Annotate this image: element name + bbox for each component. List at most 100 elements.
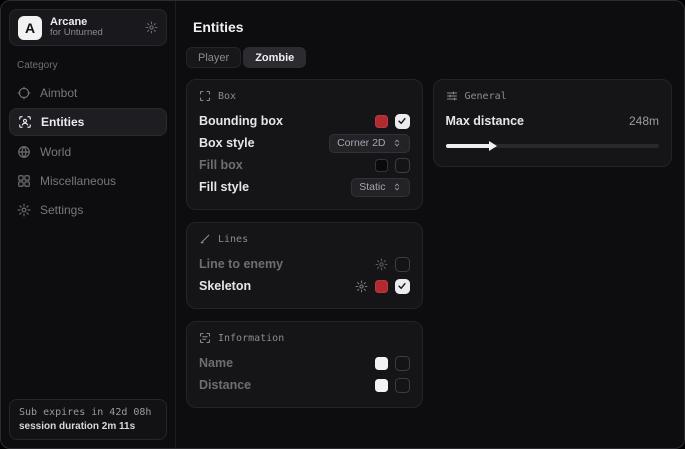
setting-row-fill-box: Fill box: [199, 154, 410, 176]
row-label: Max distance: [446, 114, 525, 128]
row-controls: [375, 158, 410, 173]
checkbox[interactable]: [395, 279, 410, 294]
color-swatch[interactable]: [375, 115, 388, 128]
right-column: General Max distance 248m: [433, 79, 673, 167]
sidebar-item-label: World: [40, 145, 71, 159]
gear-icon[interactable]: [145, 21, 158, 34]
row-label: Line to enemy: [199, 257, 283, 271]
checkbox[interactable]: [395, 378, 410, 393]
row-controls: [375, 356, 410, 371]
card-information: Information Name Distance: [186, 321, 423, 408]
sidebar-nav: Aimbot Entities World Miscellaneous: [9, 79, 167, 223]
tab-player[interactable]: Player: [186, 47, 241, 68]
scan-text-icon: [199, 332, 211, 344]
chevrons-up-down-icon: [392, 182, 402, 192]
setting-row-max-distance: Max distance 248m: [446, 110, 660, 132]
row-controls: [375, 257, 410, 272]
setting-row-name: Name: [199, 352, 410, 374]
sidebar-item-label: Entities: [41, 115, 84, 129]
card-box: Box Bounding box Box style: [186, 79, 423, 210]
checkbox[interactable]: [395, 158, 410, 173]
row-label: Fill box: [199, 158, 243, 172]
sidebar-item-miscellaneous[interactable]: Miscellaneous: [9, 167, 167, 194]
sidebar-item-aimbot[interactable]: Aimbot: [9, 79, 167, 106]
card-title: Box: [218, 91, 236, 102]
card-lines: Lines Line to enemy Skeleton: [186, 222, 423, 309]
crosshair-icon: [17, 86, 31, 100]
app-logo: A: [18, 16, 42, 40]
slider-fill: [446, 144, 493, 148]
max-distance-slider[interactable]: [446, 141, 660, 151]
color-swatch[interactable]: [375, 379, 388, 392]
layout-grid-icon: [17, 174, 31, 188]
left-column: Box Bounding box Box style: [186, 79, 423, 408]
card-title: Information: [218, 333, 284, 344]
tab-group: Player Zombie: [186, 47, 672, 68]
row-label: Fill style: [199, 180, 249, 194]
row-controls: [375, 114, 410, 129]
card-general: General Max distance 248m: [433, 79, 673, 167]
slider-thumb[interactable]: [489, 141, 497, 151]
scan-icon: [199, 90, 211, 102]
sidebar-item-label: Miscellaneous: [40, 174, 116, 188]
card-box-header: Box: [199, 90, 410, 102]
setting-row-box-style: Box style Corner 2D: [199, 132, 410, 154]
fill-style-dropdown[interactable]: Static: [351, 178, 409, 197]
checkbox[interactable]: [395, 114, 410, 129]
row-label: Box style: [199, 136, 255, 150]
main-panel: Entities Player Zombie Box Bounding box: [176, 1, 684, 448]
diagonal-line-icon: [199, 233, 211, 245]
setting-row-distance: Distance: [199, 374, 410, 396]
tab-zombie[interactable]: Zombie: [243, 47, 306, 68]
subscription-card: Sub expires in 42d 08h session duration …: [9, 399, 167, 440]
setting-row-fill-style: Fill style Static: [199, 176, 410, 198]
sidebar-item-settings[interactable]: Settings: [9, 196, 167, 223]
row-label: Name: [199, 356, 233, 370]
color-swatch[interactable]: [375, 357, 388, 370]
brand-card: A Arcane for Unturned: [9, 9, 167, 46]
brand-text: Arcane for Unturned: [50, 16, 137, 40]
gear-icon: [17, 203, 31, 217]
app-window: A Arcane for Unturned Category Aimbot: [0, 0, 685, 449]
session-duration-text: session duration 2m 11s: [19, 420, 157, 434]
user-scan-icon: [18, 115, 32, 129]
sidebar-item-label: Aimbot: [40, 86, 77, 100]
box-style-dropdown[interactable]: Corner 2D: [329, 134, 409, 153]
card-lines-header: Lines: [199, 233, 410, 245]
row-label: Bounding box: [199, 114, 283, 128]
sliders-icon: [446, 90, 458, 102]
checkbox[interactable]: [395, 257, 410, 272]
row-controls: [355, 279, 410, 294]
sub-expiry-text: Sub expires in 42d 08h: [19, 406, 157, 420]
check-icon: [397, 281, 407, 291]
sidebar-spacer: [9, 223, 167, 399]
check-icon: [397, 116, 407, 126]
gear-icon[interactable]: [375, 258, 388, 271]
setting-row-skeleton: Skeleton: [199, 275, 410, 297]
row-controls: [375, 378, 410, 393]
card-general-header: General: [446, 90, 660, 102]
sidebar-item-entities[interactable]: Entities: [9, 108, 167, 136]
chevrons-up-down-icon: [392, 138, 402, 148]
card-title: General: [465, 91, 507, 102]
card-information-header: Information: [199, 332, 410, 344]
card-title: Lines: [218, 234, 248, 245]
app-subtitle: for Unturned: [50, 28, 137, 39]
color-swatch[interactable]: [375, 280, 388, 293]
slider-value: 248m: [629, 114, 659, 128]
sidebar: A Arcane for Unturned Category Aimbot: [1, 1, 176, 448]
dropdown-value: Corner 2D: [337, 137, 385, 149]
globe-icon: [17, 145, 31, 159]
color-swatch[interactable]: [375, 159, 388, 172]
checkbox[interactable]: [395, 356, 410, 371]
content-columns: Box Bounding box Box style: [186, 79, 672, 408]
gear-icon[interactable]: [355, 280, 368, 293]
row-label: Skeleton: [199, 279, 251, 293]
sidebar-item-world[interactable]: World: [9, 138, 167, 165]
setting-row-line-to-enemy: Line to enemy: [199, 253, 410, 275]
page-title: Entities: [193, 19, 672, 35]
row-label: Distance: [199, 378, 251, 392]
setting-row-bounding-box: Bounding box: [199, 110, 410, 132]
sidebar-item-label: Settings: [40, 203, 83, 217]
dropdown-value: Static: [359, 181, 385, 193]
